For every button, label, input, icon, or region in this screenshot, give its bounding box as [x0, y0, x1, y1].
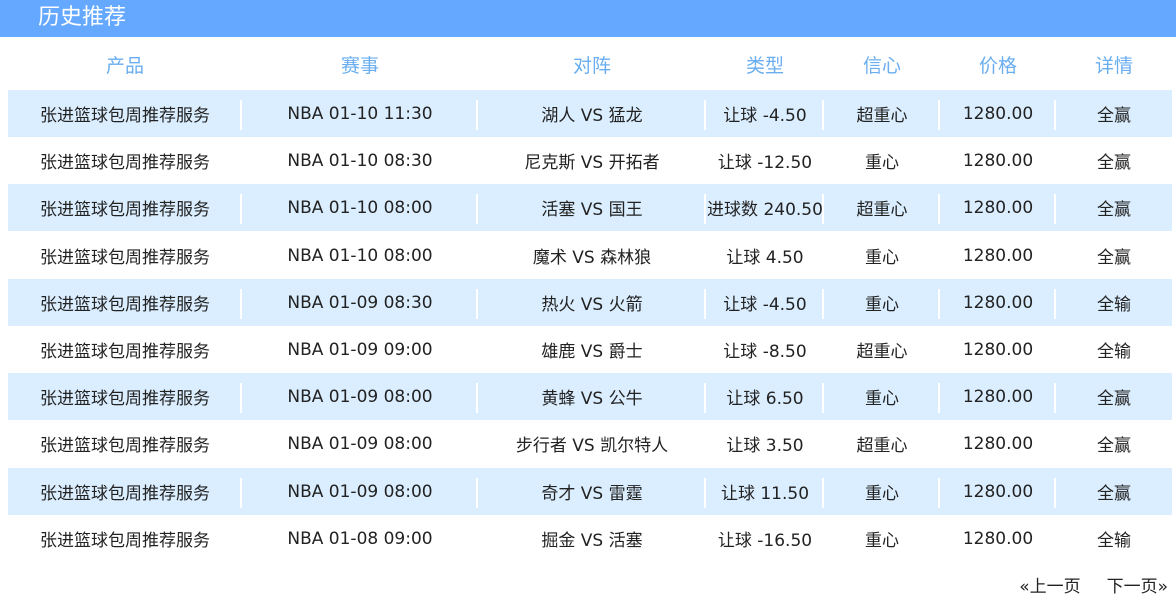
cell-product: 张进篮球包周推荐服务 — [8, 184, 242, 231]
cell-teams: 黄蜂 VS 公牛 — [478, 373, 706, 420]
cell-product: 张进篮球包周推荐服务 — [40, 153, 210, 173]
cell-price: 1280.00 — [940, 373, 1056, 420]
page-title: 历史推荐 — [38, 5, 127, 30]
cell-teams: 掘金 VS 活塞 — [541, 531, 643, 551]
cell-confidence: 超重心 — [856, 436, 908, 456]
cell-result: 全赢 — [1097, 106, 1131, 126]
cell-product: 张进篮球包周推荐服务 — [8, 468, 242, 515]
cell-price: 1280.00 — [962, 339, 1034, 360]
cell-result: 全赢 — [1097, 248, 1131, 268]
cell-type: 让球 -4.50 — [706, 90, 824, 137]
cell-match: NBA 01-09 09:00 — [287, 339, 433, 360]
cell-type: 让球 -4.50 — [706, 279, 824, 326]
column-header-type: 类型 — [745, 54, 784, 77]
cell-teams: 尼克斯 VS 开拓者 — [524, 153, 660, 173]
cell-result: 全赢 — [1097, 153, 1131, 173]
cell-product: 张进篮球包周推荐服务 — [40, 248, 210, 268]
cell-type: 让球 6.50 — [706, 373, 824, 420]
table-row: 张进篮球包周推荐服务 NBA 01-09 08:00 黄蜂 VS 公牛 让球 6.50… — [8, 373, 1172, 420]
prev-page-link[interactable]: «上一页 — [1019, 572, 1080, 597]
cell-product: 张进篮球包周推荐服务 — [8, 279, 242, 326]
cell-match: NBA 01-10 08:00 — [287, 245, 433, 266]
cell-confidence: 超重心 — [824, 184, 940, 231]
column-header-confidence: 信心 — [862, 54, 901, 77]
table-row: 张进篮球包周推荐服务 NBA 01-08 09:00 掘金 VS 活塞 让球 -16.… — [8, 515, 1172, 562]
column-header-teams: 对阵 — [572, 54, 611, 77]
table-row: 张进篮球包周推荐服务 NBA 01-10 08:00 活塞 VS 国王 进球数 240… — [8, 184, 1172, 231]
cell-result: 全赢 — [1097, 200, 1131, 220]
cell-match: NBA 01-09 08:00 — [242, 373, 478, 420]
cell-price: 1280.00 — [940, 279, 1056, 326]
cell-product: 张进篮球包周推荐服务 — [8, 373, 242, 420]
cell-confidence: 超重心 — [824, 90, 940, 137]
cell-type: 让球 -12.50 — [717, 153, 813, 173]
cell-confidence: 重心 — [865, 531, 899, 551]
column-header-price: 价格 — [978, 54, 1017, 77]
cell-result: 全赢 — [1097, 436, 1131, 456]
cell-price: 1280.00 — [962, 150, 1034, 171]
cell-product: 张进篮球包周推荐服务 — [40, 342, 210, 362]
cell-match: NBA 01-10 08:00 — [242, 184, 478, 231]
cell-type: 让球 -16.50 — [717, 531, 813, 551]
cell-teams: 奇才 VS 雷霆 — [478, 468, 706, 515]
column-header-match: 赛事 — [340, 54, 379, 77]
pagination: «上一页 下一页» — [1019, 570, 1168, 598]
cell-type: 让球 11.50 — [706, 468, 824, 515]
table-row: 张进篮球包周推荐服务 NBA 01-10 08:30 尼克斯 VS 开拓者 让球 -1… — [8, 137, 1172, 184]
cell-teams: 雄鹿 VS 爵士 — [541, 342, 643, 362]
cell-product: 张进篮球包周推荐服务 — [8, 90, 242, 137]
table-row: 张进篮球包周推荐服务 NBA 01-09 08:00 步行者 VS 凯尔特人 让球 3… — [8, 420, 1172, 467]
cell-result: 全赢 — [1097, 484, 1131, 504]
table-row: 张进篮球包周推荐服务 NBA 01-10 11:30 湖人 VS 猛龙 让球 -4.5… — [8, 90, 1172, 137]
column-header-product: 产品 — [105, 54, 144, 77]
cell-type: 进球数 240.50 — [706, 184, 824, 231]
table-header: 产品 赛事 对阵 类型 信心 价格 详情 — [8, 44, 1172, 84]
cell-teams: 湖人 VS 猛龙 — [478, 90, 706, 137]
table-row: 张进篮球包周推荐服务 NBA 01-09 09:00 雄鹿 VS 爵士 让球 -8.5… — [8, 326, 1172, 373]
cell-result: 全输 — [1097, 342, 1131, 362]
cell-confidence: 重心 — [824, 468, 940, 515]
cell-confidence: 重心 — [824, 279, 940, 326]
cell-match: NBA 01-09 08:00 — [287, 433, 433, 454]
cell-product: 张进篮球包周推荐服务 — [40, 436, 210, 456]
cell-price: 1280.00 — [940, 184, 1056, 231]
cell-result: 全输 — [1097, 531, 1131, 551]
cell-confidence: 超重心 — [856, 342, 908, 362]
table-row: 张进篮球包周推荐服务 NBA 01-09 08:00 奇才 VS 雷霆 让球 11.5… — [8, 468, 1172, 515]
cell-type: 让球 -8.50 — [723, 342, 807, 362]
cell-type: 让球 3.50 — [726, 436, 804, 456]
cell-price: 1280.00 — [962, 433, 1034, 454]
cell-result: 全赢 — [1097, 389, 1131, 409]
cell-match: NBA 01-09 08:30 — [242, 279, 478, 326]
cell-product: 张进篮球包周推荐服务 — [40, 531, 210, 551]
title-bar: 历史推荐 — [0, 0, 1176, 37]
cell-teams: 步行者 VS 凯尔特人 — [515, 436, 669, 456]
cell-teams: 热火 VS 火箭 — [478, 279, 706, 326]
cell-price: 1280.00 — [962, 245, 1034, 266]
cell-match: NBA 01-09 08:00 — [242, 468, 478, 515]
table-row: 张进篮球包周推荐服务 NBA 01-09 08:30 热火 VS 火箭 让球 -4.5… — [8, 279, 1172, 326]
cell-match: NBA 01-08 09:00 — [287, 528, 433, 549]
cell-price: 1280.00 — [940, 468, 1056, 515]
column-header-detail: 详情 — [1094, 54, 1133, 77]
cell-confidence: 重心 — [865, 248, 899, 268]
next-page-link[interactable]: 下一页» — [1107, 572, 1168, 597]
cell-price: 1280.00 — [940, 90, 1056, 137]
cell-result: 全输 — [1097, 295, 1131, 315]
table-row: 张进篮球包周推荐服务 NBA 01-10 08:00 魔术 VS 森林狼 让球 4.5… — [8, 232, 1172, 279]
cell-price: 1280.00 — [962, 528, 1034, 549]
cell-confidence: 重心 — [824, 373, 940, 420]
cell-match: NBA 01-10 11:30 — [242, 90, 478, 137]
cell-teams: 活塞 VS 国王 — [478, 184, 706, 231]
cell-confidence: 重心 — [865, 153, 899, 173]
cell-teams: 魔术 VS 森林狼 — [532, 248, 652, 268]
cell-type: 让球 4.50 — [726, 248, 804, 268]
cell-match: NBA 01-10 08:30 — [287, 150, 433, 171]
